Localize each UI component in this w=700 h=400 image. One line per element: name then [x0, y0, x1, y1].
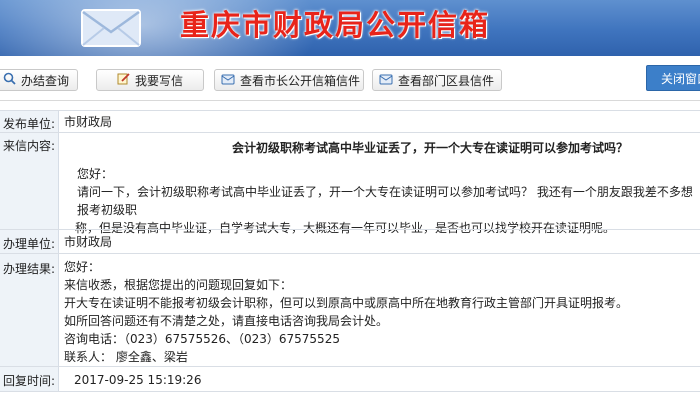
result-line: 咨询电话：（023）67575526、（023）67575525 [64, 332, 340, 346]
sender-value: 市财政局 [64, 115, 113, 129]
mayor-letters-button[interactable]: 查看市长公开信箱信件 [214, 69, 364, 91]
column-separator [58, 133, 59, 229]
reply-time-label: 回复时间: [0, 367, 58, 391]
check-status-label: 办结查询 [21, 74, 70, 88]
mayor-letters-label: 查看市长公开信箱信件 [240, 74, 361, 88]
result-line: 来信收悉，根据您提出的问题现回复如下： [64, 278, 293, 292]
write-icon [117, 70, 130, 92]
toolbar: 办结查询 我要写信 查看市长公开信箱信件 查看部门区县信件 关闭窗口 [0, 56, 700, 101]
district-letters-label: 查看部门区县信件 [398, 74, 495, 88]
write-letter-label: 我要写信 [135, 74, 184, 88]
write-letter-button[interactable]: 我要写信 [96, 69, 204, 91]
result-line: 开大专在读证明不能报考初级会计职称，但可以到原高中或原高中所在地教育行政主管部门… [64, 296, 629, 310]
result-row: 办理结果: 您好： 来信收悉，根据您提出的问题现回复如下： 开大专在读证明不能报… [0, 254, 700, 366]
sender-row: 发布单位: 市财政局 [0, 111, 700, 132]
result-line: 联系人： 廖全鑫、梁岩 [64, 350, 188, 364]
search-icon [3, 70, 16, 92]
sender-label: 发布单位: [0, 111, 58, 132]
content-row: 来信内容: 会计初级职称考试高中毕业证丢了，开一个大专在读证明可以参加考试吗？ … [0, 133, 700, 235]
column-separator [58, 254, 59, 366]
reply-time-row: 回复时间: 2017-09-25 15:19:26 [0, 367, 700, 391]
divider [0, 391, 700, 392]
result-label: 办理结果: [0, 254, 58, 366]
column-separator [58, 111, 59, 132]
letter-body-line: 请问一下，会计初级职称考试高中毕业证丢了，开一个大专在读证明可以参加考试吗？ 我… [77, 185, 693, 217]
site-title: 重庆市财政局公开信箱 [180, 8, 491, 42]
header-banner: 重庆市财政局公开信箱 [0, 0, 700, 56]
handler-row: 办理单位: 市财政局 [0, 230, 700, 253]
inbox-icon [221, 70, 235, 92]
letter-content: 会计初级职称考试高中毕业证丢了，开一个大专在读证明可以参加考试吗？ 您好： 请问… [64, 133, 696, 237]
district-letters-button[interactable]: 查看部门区县信件 [372, 69, 502, 91]
result-content: 您好： 来信收悉，根据您提出的问题现回复如下： 开大专在读证明不能报考初级会计职… [64, 258, 696, 366]
result-line: 如所回答问题还有不清楚之处，请直接电话咨询我局会计处。 [64, 314, 389, 328]
handler-label: 办理单位: [0, 230, 58, 253]
close-window-button[interactable]: 关闭窗口 [646, 65, 700, 91]
letter-greeting: 您好： [77, 167, 114, 181]
envelope-icon [81, 9, 141, 47]
handler-value: 市财政局 [64, 235, 113, 249]
letter-subject: 会计初级职称考试高中毕业证丢了，开一个大专在读证明可以参加考试吗？ [231, 141, 628, 155]
column-separator [58, 230, 59, 253]
check-status-button[interactable]: 办结查询 [0, 69, 79, 92]
result-line: 您好： [64, 260, 101, 274]
column-separator [58, 367, 59, 391]
inbox-icon [379, 70, 393, 92]
reply-time-value: 2017-09-25 15:19:26 [74, 373, 202, 387]
content-label: 来信内容: [0, 133, 58, 229]
